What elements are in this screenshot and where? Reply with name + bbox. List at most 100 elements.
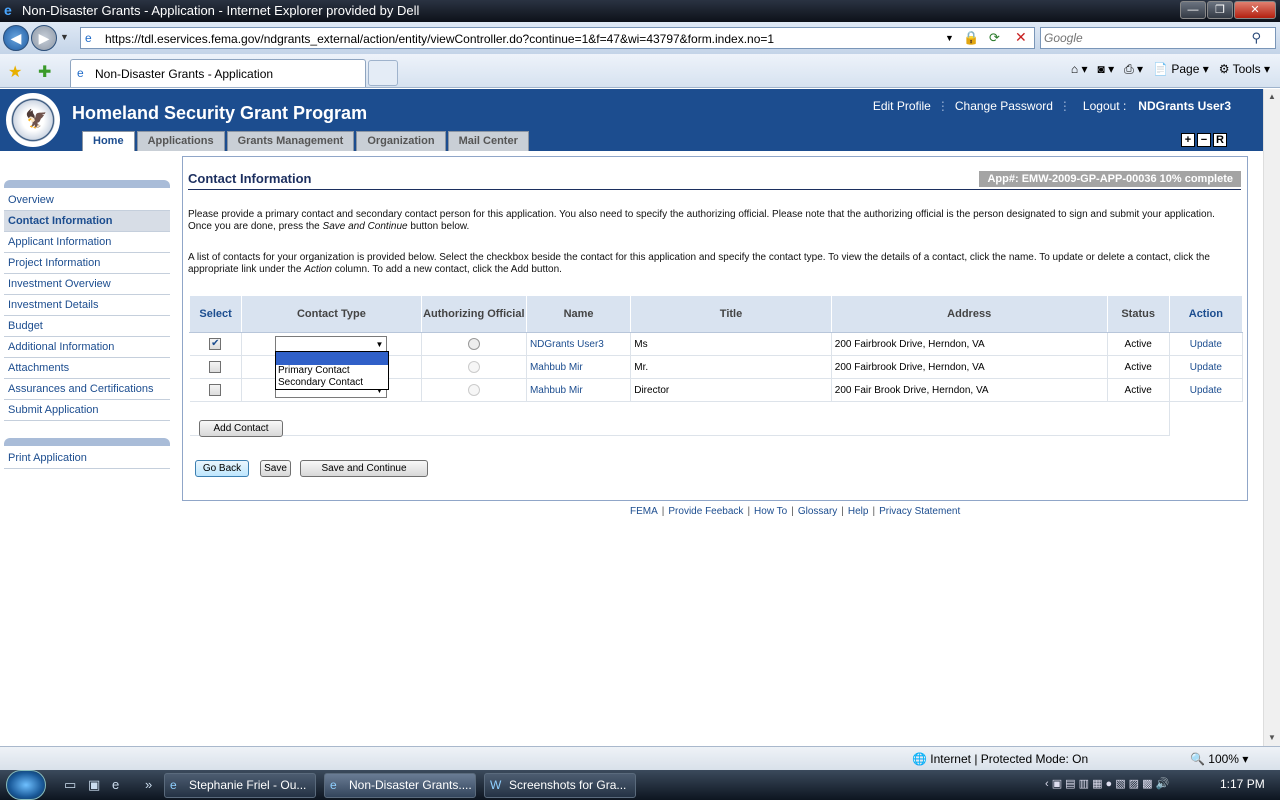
taskbar-clock[interactable]: 1:17 PM [1220,777,1265,791]
maximize-button[interactable]: ❐ [1207,1,1233,19]
address-bar[interactable]: e https://tdl.eservices.fema.gov/ndgrant… [80,27,1035,49]
system-tray-icons[interactable]: ‹ ▣ ▤ ▥ ▦ ● ▧ ▨ ▩ 🔊 [1045,777,1169,790]
contact-type-select[interactable]: ▼ [275,336,388,352]
footer-link-feedback[interactable]: Provide Feeback [668,506,743,517]
new-tab-button[interactable] [368,60,398,86]
sidebar-item-submit-application[interactable]: Submit Application [4,400,170,421]
dropdown-option-blank[interactable] [276,352,388,365]
taskbar-button-outlook[interactable]: e Stephanie Friel - Ou... [164,773,316,798]
taskbar-button-word[interactable]: W Screenshots for Gra... [484,773,636,798]
zoom-control[interactable]: 🔍 100% ▾ [1190,752,1248,766]
save-button[interactable]: Save [260,460,291,477]
change-password-link[interactable]: Change Password [949,99,1059,113]
title-cell: Ms [630,332,832,356]
save-and-continue-button[interactable]: Save and Continue [300,460,428,477]
forward-button[interactable]: ▶ [31,25,57,51]
update-link[interactable]: Update [1190,362,1222,373]
authorizing-official-radio[interactable] [467,384,480,396]
footer-links: FEMA | Provide Feeback | How To | Glossary | Hel… [630,506,960,517]
search-icon[interactable]: ⚲ [1251,30,1261,46]
sidebar-item-print-application[interactable]: Print Application [4,448,170,469]
sidebar-item-applicant-information[interactable]: Applicant Information [4,232,170,253]
col-status: Status [1106,295,1170,333]
tab-applications[interactable]: Applications [136,131,225,151]
status-cell: Active [1107,332,1170,356]
sidebar-item-overview[interactable]: Overview [4,190,170,211]
sidebar-item-assurances[interactable]: Assurances and Certifications [4,379,170,400]
taskbar-button-label: Stephanie Friel - Ou... [189,778,307,792]
vertical-scrollbar[interactable]: ▲ ▼ [1263,89,1280,746]
authorizing-official-radio[interactable] [467,338,480,350]
refresh-icon[interactable]: ⟳ [989,30,1000,46]
search-input[interactable] [1044,30,1244,46]
tab-grants-management[interactable]: Grants Management [226,131,355,151]
contacts-help-emphasis: Action [304,264,332,275]
show-desktop-icon[interactable]: ▭ [64,777,76,793]
tools-menu[interactable]: ⚙ Tools ▾ [1219,62,1270,77]
edit-profile-link[interactable]: Edit Profile [867,99,937,113]
sidebar-item-additional-information[interactable]: Additional Information [4,337,170,358]
address-dropdown-icon[interactable]: ▼ [945,33,954,43]
add-favorites-icon[interactable]: ✚ [38,62,51,82]
footer-link-help[interactable]: Help [848,506,869,517]
dropdown-option-secondary[interactable]: Secondary Contact [276,377,388,389]
minimize-button[interactable]: — [1180,1,1206,19]
reset-icon[interactable]: R [1213,133,1227,147]
lock-icon[interactable]: 🔒 [963,30,979,46]
print-icon[interactable]: ⎙ ▾ [1124,62,1143,77]
footer-link-privacy[interactable]: Privacy Statement [879,506,960,517]
feeds-icon[interactable]: ◙ ▾ [1098,62,1115,77]
recent-pages-dropdown-icon[interactable]: ▼ [60,32,69,42]
sidebar-item-attachments[interactable]: Attachments [4,358,170,379]
col-contact-type: Contact Type [241,295,422,333]
sidebar-item-investment-details[interactable]: Investment Details [4,295,170,316]
search-box[interactable]: ⚲ [1040,27,1276,49]
stop-icon[interactable]: ✕ [1015,29,1027,46]
footer-link-fema[interactable]: FEMA [630,506,658,517]
scroll-up-icon[interactable]: ▲ [1264,89,1280,105]
authorizing-official-radio[interactable] [467,361,480,373]
browser-tab[interactable]: e Non-Disaster Grants - Application [70,59,366,87]
collapse-icon[interactable]: − [1197,133,1211,147]
favorites-star-icon[interactable]: ★ [8,62,22,82]
contact-name-link[interactable]: Mahbub Mir [530,362,583,373]
tab-organization[interactable]: Organization [356,131,446,151]
page-icon: e [77,66,84,80]
footer-link-glossary[interactable]: Glossary [798,506,837,517]
scroll-down-icon[interactable]: ▼ [1264,730,1280,746]
security-zone[interactable]: 🌐 Internet | Protected Mode: On [912,752,1088,766]
browser-tab-label: Non-Disaster Grants - Application [95,67,274,81]
tab-mail-center[interactable]: Mail Center [447,131,529,151]
expand-icon[interactable]: + [1181,133,1195,147]
select-checkbox[interactable] [209,361,222,373]
col-address: Address [830,295,1108,333]
select-checkbox[interactable] [209,384,222,396]
go-back-button[interactable]: Go Back [195,460,249,477]
start-button[interactable] [6,770,46,800]
update-link[interactable]: Update [1190,385,1222,396]
sidebar-cap [4,180,170,188]
logout-link[interactable]: Logout : NDGrants User3 [1071,99,1243,113]
sidebar-item-project-information[interactable]: Project Information [4,253,170,274]
add-contact-button[interactable]: Add Contact [199,420,283,437]
quick-launch-overflow-icon[interactable]: » [145,777,152,792]
sidebar-item-budget[interactable]: Budget [4,316,170,337]
taskbar-button-ie[interactable]: e Non-Disaster Grants.... [324,773,476,798]
footer-link-how-to[interactable]: How To [754,506,787,517]
internet-explorer-icon[interactable]: e [112,777,119,792]
page-menu[interactable]: 📄 Page ▾ [1153,62,1209,77]
sidebar-item-investment-overview[interactable]: Investment Overview [4,274,170,295]
contact-name-link[interactable]: Mahbub Mir [530,385,583,396]
close-window-button[interactable]: ✕ [1234,1,1276,19]
contact-name-link[interactable]: NDGrants User3 [530,339,604,350]
select-checkbox[interactable]: ✔ [209,338,222,350]
update-link[interactable]: Update [1190,339,1222,350]
address-url[interactable]: https://tdl.eservices.fema.gov/ndgrants_… [105,32,774,46]
switch-windows-icon[interactable]: ▣ [88,777,100,793]
back-button[interactable]: ◀ [3,25,29,51]
home-icon[interactable]: ⌂ ▾ [1071,62,1088,77]
sidebar-item-contact-information[interactable]: Contact Information [4,211,170,232]
dropdown-option-primary[interactable]: Primary Contact [276,365,388,377]
page-menu-label: Page [1171,62,1200,76]
tab-home[interactable]: Home [82,131,135,151]
